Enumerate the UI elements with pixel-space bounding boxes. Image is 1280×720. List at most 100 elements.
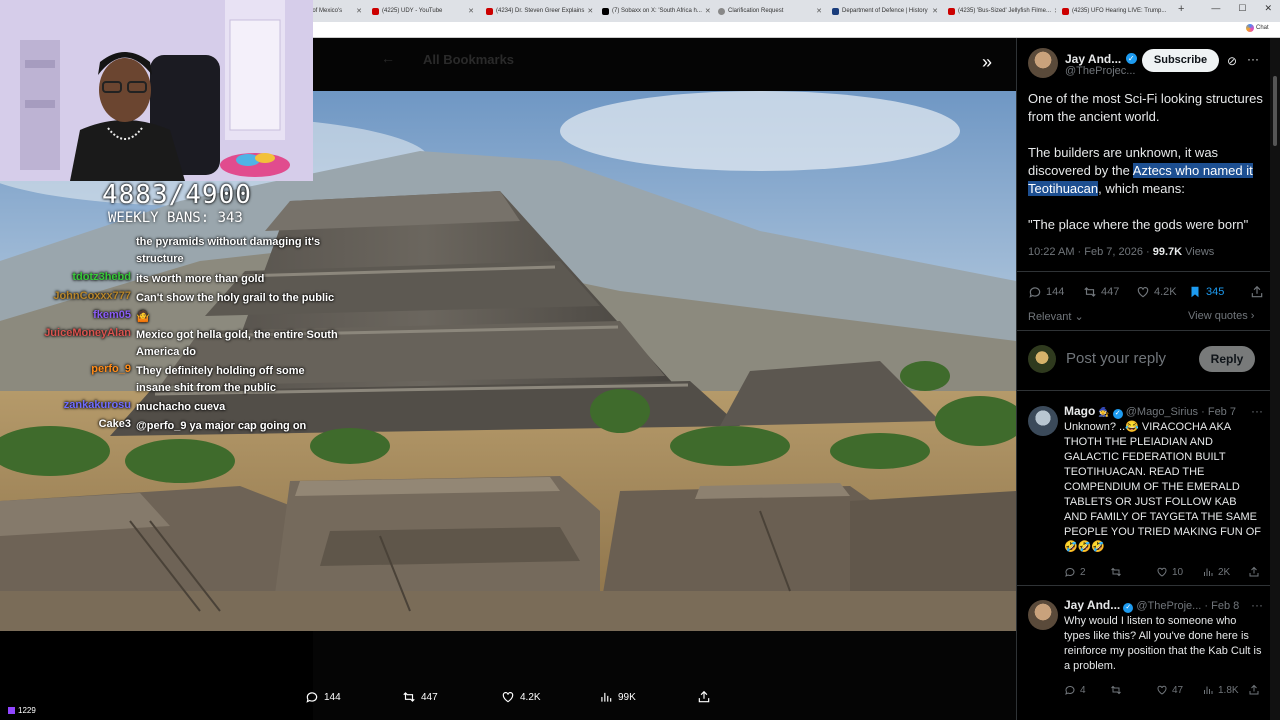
reply-views-button[interactable]: 2K [1202,566,1230,578]
sub-goal-counter: 4883/4900 [102,180,252,210]
reply-avatar[interactable] [1028,406,1058,436]
minimize-icon[interactable]: — [1211,3,1220,14]
author-handle[interactable]: @TheProjec... [1065,65,1135,77]
reply-views-button[interactable]: 1.8K [1202,684,1239,696]
reply-author-handle[interactable]: @Mago_Sirius [1126,406,1198,418]
browser-tab[interactable]: Department of Defence | History ✕ [828,3,942,19]
reply-author-name[interactable]: Jay And... [1064,598,1120,612]
divider [1017,271,1270,272]
scrollbar-thumb[interactable] [1273,76,1277,146]
tweet-share-button[interactable] [1250,285,1264,299]
tweet-paragraph-3: "The place where the gods were born" [1028,217,1249,232]
scrollbar[interactable] [1270,38,1280,720]
tweet-like-button[interactable]: 4.2K [1136,285,1177,299]
tab-label: Department of Defence | History [842,8,928,14]
view-quotes-link[interactable]: View quotes › [1188,310,1254,322]
close-tab-icon[interactable]: ✕ [705,7,711,15]
x-logo-icon [602,7,609,15]
close-tab-icon[interactable]: ✕ [932,7,938,15]
reply-views-count: 2K [1218,566,1231,578]
reply-button[interactable]: 144 [305,690,341,704]
my-avatar [1028,345,1056,373]
close-tab-icon[interactable]: ✕ [468,7,474,15]
viewer-count: 1229 [8,706,36,715]
tweet-timestamp[interactable]: 10:22 AM · Feb 7, 2026 · [1028,246,1153,258]
tweet-repost-button[interactable]: 447 [1083,285,1119,299]
twitch-icon [8,707,15,714]
reply-icon [1029,287,1041,298]
reply-like-button[interactable]: 47 [1156,684,1183,696]
share-icon [1249,566,1259,577]
reply-submit-button[interactable]: Reply [1199,346,1255,372]
close-tab-icon[interactable]: ✕ [816,7,822,15]
reply-repost-button[interactable] [1110,566,1122,578]
reply-input[interactable]: Post your reply [1066,350,1166,367]
reply-like-button[interactable]: 10 [1156,566,1183,578]
views-chart-icon [1204,568,1213,576]
reply-reply-button[interactable]: 2 [1064,566,1086,578]
reply-icon [1065,567,1075,577]
reply-text: Unknown? ..😂 VIRACOCHA AKA THOTH THE PLE… [1064,421,1262,553]
reply-actions: 4 47 1.8K [1064,684,1262,698]
browser-tab[interactable]: (4225) UDY - YouTube ✕ [368,3,478,19]
author-avatar[interactable] [1028,48,1058,78]
reply-author-handle[interactable]: @TheProje... [1136,600,1201,612]
reply-reply-count: 2 [1080,566,1086,578]
sort-replies-dropdown[interactable]: Relevant ⌄ [1028,310,1084,323]
viewer-count-value: 1229 [18,706,36,715]
reply-item[interactable]: Jay And... ✓ @TheProje... · Feb 8 ··· Wh… [1017,598,1270,718]
subscribe-button[interactable]: Subscribe [1142,49,1219,72]
tweet-meta: 10:22 AM · Feb 7, 2026 · 99.7K Views [1028,246,1214,258]
close-window-icon[interactable]: ✕ [1264,3,1272,14]
reply-share-button[interactable] [1248,684,1260,696]
browser-tab[interactable]: (7) Sobaxx on X: 'South Africa h... ✕ [598,3,712,19]
close-tab-icon[interactable]: ✕ [587,7,593,15]
tweet-views-count: 99.7K [1152,246,1183,258]
more-options-icon[interactable]: ··· [1247,52,1259,66]
reply-date[interactable]: · Feb 7 [1201,406,1236,418]
more-options-icon[interactable]: ··· [1251,598,1263,612]
tweet-bookmark-button[interactable]: 345 [1188,285,1224,299]
reply-reply-button[interactable]: 4 [1064,684,1086,696]
reply-item[interactable]: Mago 🧙 ✓ @Mago_Sirius · Feb 7 ··· Unknow… [1017,404,1270,584]
reply-icon [306,692,318,703]
browser-tab[interactable]: (4235) 'Bus-Sized' Jellyfish Filme...✕ [944,3,1056,19]
reply-share-button[interactable] [1248,566,1260,578]
tweet-paragraph-1: One of the most Sci-Fi looking structure… [1028,91,1263,124]
new-tab-button[interactable]: + [1178,3,1184,15]
maximize-icon[interactable]: ☐ [1238,3,1246,14]
chat-message: zankakurosu muchacho cueva [0,399,350,416]
copilot-chat-button[interactable]: Chat [1246,24,1269,32]
views-button[interactable]: 99K [599,690,636,704]
views-chart-icon [601,692,612,702]
expand-panel-button[interactable]: » [982,52,992,73]
divider [1017,390,1270,391]
reply-avatar[interactable] [1028,600,1058,630]
chat-message: perfo_9 They definitely holding off some … [0,363,350,397]
browser-tab[interactable]: (4235) UFO Hearing LIVE: Trump...✕ [1058,3,1168,19]
tweet-repost-count: 447 [1101,286,1120,298]
share-icon [698,690,710,703]
like-button[interactable]: 4.2K [501,690,541,704]
more-options-icon[interactable]: ··· [1251,404,1263,418]
tweet-reply-button[interactable]: 144 [1028,285,1064,299]
chat-username: zankakurosu [63,399,131,411]
close-tab-icon[interactable]: ✕ [1054,7,1056,15]
grok-icon[interactable]: ⊘ [1227,54,1237,68]
reply-author-name[interactable]: Mago [1064,404,1095,418]
browser-tab[interactable]: Clarification Request ✕ [714,3,826,19]
tweet-reply-count: 144 [1046,286,1065,298]
author-name: Jay And... [1065,52,1122,66]
browser-tab[interactable]: (4234) Dr. Steven Greer Explains ✕ [482,3,596,19]
reply-repost-button[interactable] [1110,684,1122,696]
repost-button[interactable]: 447 [402,690,438,704]
share-button[interactable] [697,690,711,704]
chat-username [0,234,136,268]
repost-icon [1111,685,1121,695]
reply-date[interactable]: · Feb 8 [1204,600,1239,612]
reply-text: Why would I listen to someone who types … [1064,615,1262,672]
views-count: 99K [618,691,636,703]
reply-icon [1065,685,1075,695]
close-tab-icon[interactable]: ✕ [356,7,362,15]
reply-header: Jay And... ✓ @TheProje... · Feb 8 [1064,598,1239,613]
